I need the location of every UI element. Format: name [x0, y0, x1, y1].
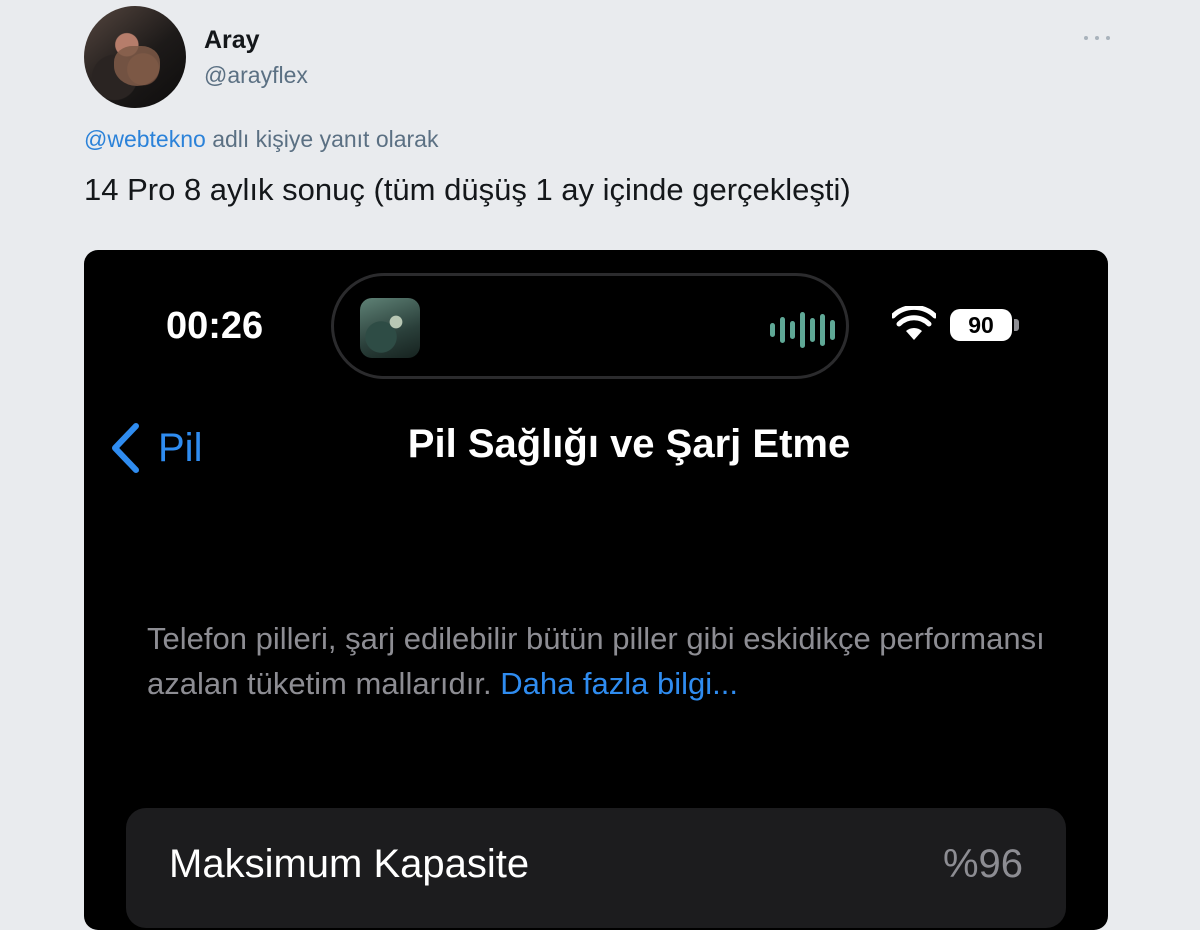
battery-icon: 90: [950, 309, 1020, 341]
audio-waveform-icon: [770, 310, 835, 350]
display-name[interactable]: Aray: [204, 26, 260, 55]
reply-context-text: adlı kişiye yanıt olarak: [205, 126, 439, 152]
user-handle[interactable]: @arayflex: [204, 62, 308, 89]
status-bar-time: 00:26: [166, 305, 264, 347]
battery-info-text: Telefon pilleri, şarj edilebilir bütün p…: [147, 616, 1047, 706]
maximum-capacity-label: Maksimum Kapasite: [169, 842, 530, 886]
attached-screenshot[interactable]: 00:26 90 Pil Pil Sağlığı ve Şarj Etme Te…: [84, 250, 1108, 930]
ellipsis-icon: [1084, 36, 1088, 40]
reply-mention-link[interactable]: @webtekno: [84, 126, 206, 152]
ellipsis-icon: [1095, 36, 1099, 40]
maximum-capacity-row: Maksimum Kapasite %96: [126, 808, 1066, 928]
battery-cap: [1014, 319, 1019, 331]
wifi-icon: [892, 306, 936, 340]
page-title: Pil Sağlığı ve Şarj Etme: [407, 422, 851, 466]
album-art-icon: [360, 298, 420, 358]
battery-level: 90: [950, 309, 1012, 341]
avatar[interactable]: [84, 6, 186, 108]
tweet-text: 14 Pro 8 aylık sonuç (tüm düşüş 1 ay içi…: [84, 172, 851, 207]
ellipsis-icon: [1106, 36, 1110, 40]
reply-context: @webtekno adlı kişiye yanıt olarak: [84, 126, 438, 153]
avatar-face-shape: [114, 46, 160, 86]
more-options-button[interactable]: [1084, 28, 1110, 48]
learn-more-link[interactable]: Daha fazla bilgi...: [500, 666, 738, 701]
dynamic-island: [331, 273, 849, 379]
maximum-capacity-value: %96: [942, 842, 1023, 886]
